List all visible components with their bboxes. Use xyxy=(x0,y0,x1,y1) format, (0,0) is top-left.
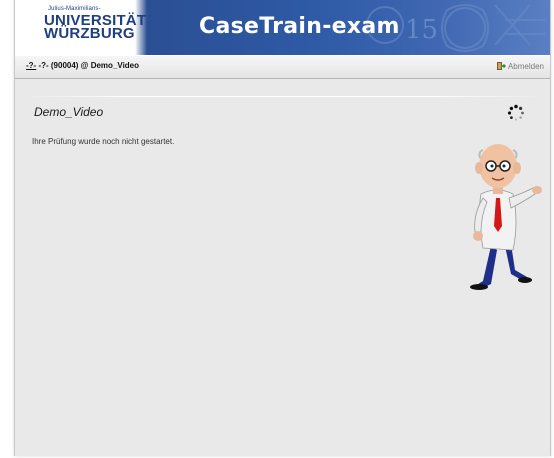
logo-university-city: WÜRZBURG xyxy=(44,25,135,42)
university-logo: Julius-Maximilians- UNIVERSITÄT WÜRZBURG xyxy=(23,6,146,46)
app-window: 15 Julius-Maximilians- UNIVERSITÄT WÜRZB… xyxy=(14,0,551,456)
logout-button[interactable]: Abmelden xyxy=(496,60,544,72)
exam-prefix-link[interactable]: -?- xyxy=(26,61,36,70)
app-title: CaseTrain-exam xyxy=(199,14,400,39)
page-title: Demo_Video xyxy=(34,105,104,119)
exam-identifier: -?- -?- (90004) @ Demo_Video xyxy=(26,61,139,70)
logout-icon xyxy=(496,62,506,70)
header-deco-number: 15 xyxy=(405,15,438,45)
professor-mascot xyxy=(470,144,542,290)
toolbar: -?- -?- (90004) @ Demo_Video Abmelden xyxy=(15,55,550,79)
loading-spinner-icon xyxy=(507,104,524,121)
main-content: Demo_Video Ihre Prüfung wurde noch nicht… xyxy=(15,78,550,456)
header-banner: 15 Julius-Maximilians- UNIVERSITÄT WÜRZB… xyxy=(15,0,550,55)
exam-info-text: -?- (90004) @ Demo_Video xyxy=(36,61,140,70)
content-divider xyxy=(23,96,543,97)
exam-status-text: Ihre Prüfung wurde noch nicht gestartet. xyxy=(32,137,175,146)
logout-label: Abmelden xyxy=(507,61,544,71)
